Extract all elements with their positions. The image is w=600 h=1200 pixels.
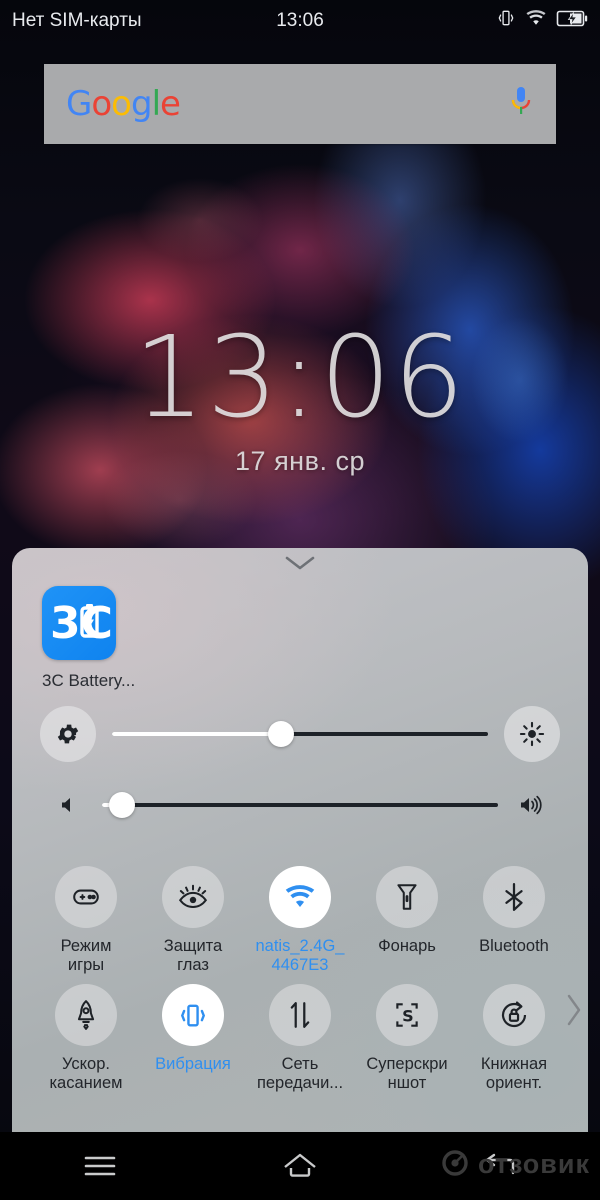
toggle-label-wifi: natis_2.4G_ 4467E3 — [255, 937, 345, 975]
notification-app-label: 3C Battery... — [42, 671, 136, 690]
wifi-icon — [525, 9, 547, 33]
toggle-label-flashlight: Фонарь — [378, 937, 436, 955]
google-logo-letter-l: l — [151, 84, 162, 124]
otzovik-logo-icon — [440, 1144, 474, 1185]
rocket-icon[interactable] — [55, 983, 117, 1046]
toggle-label-data-network: Сеть передачи... — [256, 1054, 344, 1093]
toggle-label-touch-accel: Ускор. касанием — [49, 1054, 123, 1093]
home-icon[interactable] — [200, 1151, 400, 1181]
quick-settings-panel: 3C 3C Battery... Режим игры Защита глаз … — [12, 548, 588, 1132]
wifi-icon[interactable] — [269, 866, 331, 928]
toggle-label-superscreenshot: Суперскри ншот — [366, 1054, 448, 1093]
toggle-label-vibration: Вибрация — [155, 1054, 231, 1073]
quick-toggles-row-2: Ускор. касанием Вибрация Сеть передачи..… — [12, 983, 588, 1094]
game-mode-icon[interactable] — [55, 866, 117, 928]
superscreenshot-icon[interactable]: S — [376, 983, 438, 1046]
otzovik-watermark: отзовик — [440, 1144, 590, 1185]
status-bar-icons — [496, 8, 588, 34]
google-logo-letter-g1: G — [66, 84, 92, 124]
vibrate-icon — [496, 8, 516, 34]
google-logo: Google — [66, 84, 181, 124]
vibrate-icon[interactable] — [162, 983, 224, 1046]
toggle-flashlight[interactable]: Фонарь — [359, 866, 455, 976]
brightness-slider-thumb[interactable] — [268, 721, 295, 747]
battery-charging-icon — [556, 10, 588, 33]
toggle-eye-protect[interactable]: Защита глаз — [145, 866, 241, 976]
toggle-touch-accel[interactable]: Ускор. касанием — [38, 983, 134, 1094]
data-transfer-icon[interactable] — [269, 983, 331, 1046]
eye-protect-icon[interactable] — [162, 866, 224, 928]
google-logo-letter-o2: o — [111, 84, 132, 124]
watermark-text: отзовик — [478, 1149, 590, 1179]
toggle-label-rotation-lock: Книжная ориент. — [480, 1054, 548, 1093]
toggle-label-eye-protect: Защита глаз — [163, 937, 223, 975]
phone-screen: Нет SIM-карты 13:06 Google 13:06 17 янв.… — [0, 0, 600, 1200]
volume-slider-row — [12, 792, 588, 818]
toggle-bluetooth[interactable]: Bluetooth — [466, 866, 562, 976]
google-search-widget[interactable]: Google — [44, 64, 556, 144]
quick-toggles-row-1: Режим игры Защита глаз natis_2.4G_ 4467E… — [12, 866, 588, 976]
toggle-rotation-lock[interactable]: Книжная ориент. — [466, 983, 562, 1094]
rotation-lock-icon[interactable] — [483, 983, 545, 1046]
clock-time: 13:06 — [133, 313, 467, 443]
volume-slider-thumb[interactable] — [108, 792, 135, 818]
flashlight-icon[interactable] — [376, 866, 438, 928]
menu-icon[interactable] — [0, 1153, 200, 1179]
toggle-label-bluetooth: Bluetooth — [479, 937, 549, 955]
lockscreen-clock: 13:06 17 янв. ср — [0, 322, 600, 477]
google-logo-letter-o1: o — [91, 84, 112, 124]
volume-high-icon[interactable] — [514, 793, 548, 817]
toggle-game-mode[interactable]: Режим игры — [38, 866, 134, 976]
brightness-slider-track[interactable] — [112, 721, 488, 747]
brightness-slider-row — [12, 706, 588, 762]
toggle-data-network[interactable]: Сеть передачи... — [252, 983, 348, 1094]
volume-slider-track[interactable] — [102, 792, 498, 818]
toggle-wifi[interactable]: natis_2.4G_ 4467E3 — [252, 866, 348, 976]
google-logo-letter-g2: g — [130, 84, 153, 124]
toggle-label-game-mode: Режим игры — [60, 937, 112, 975]
chevron-down-icon[interactable] — [283, 554, 317, 577]
chevron-right-icon[interactable] — [564, 992, 584, 1033]
brightness-slider-fill — [112, 732, 282, 736]
app-icon-3c-battery[interactable]: 3C — [42, 586, 116, 660]
toggle-vibration[interactable]: Вибрация — [145, 983, 241, 1094]
bluetooth-icon[interactable] — [483, 866, 545, 928]
microphone-icon[interactable] — [508, 85, 534, 124]
brightness-sun-icon[interactable] — [504, 706, 560, 762]
svg-text:S: S — [402, 1006, 414, 1025]
volume-mute-icon[interactable] — [52, 793, 86, 817]
clock-date: 17 янв. ср — [235, 446, 365, 476]
gear-icon[interactable] — [40, 706, 96, 762]
status-bar: Нет SIM-карты 13:06 — [0, 0, 600, 42]
google-logo-letter-e: e — [160, 84, 181, 124]
quick-toggles-grid: Режим игры Защита глаз natis_2.4G_ 4467E… — [12, 866, 588, 1102]
panel-drag-handle[interactable] — [12, 552, 588, 578]
notification-item[interactable]: 3C 3C Battery... — [42, 586, 242, 691]
toggle-superscreenshot[interactable]: S Суперскри ншот — [359, 983, 455, 1094]
